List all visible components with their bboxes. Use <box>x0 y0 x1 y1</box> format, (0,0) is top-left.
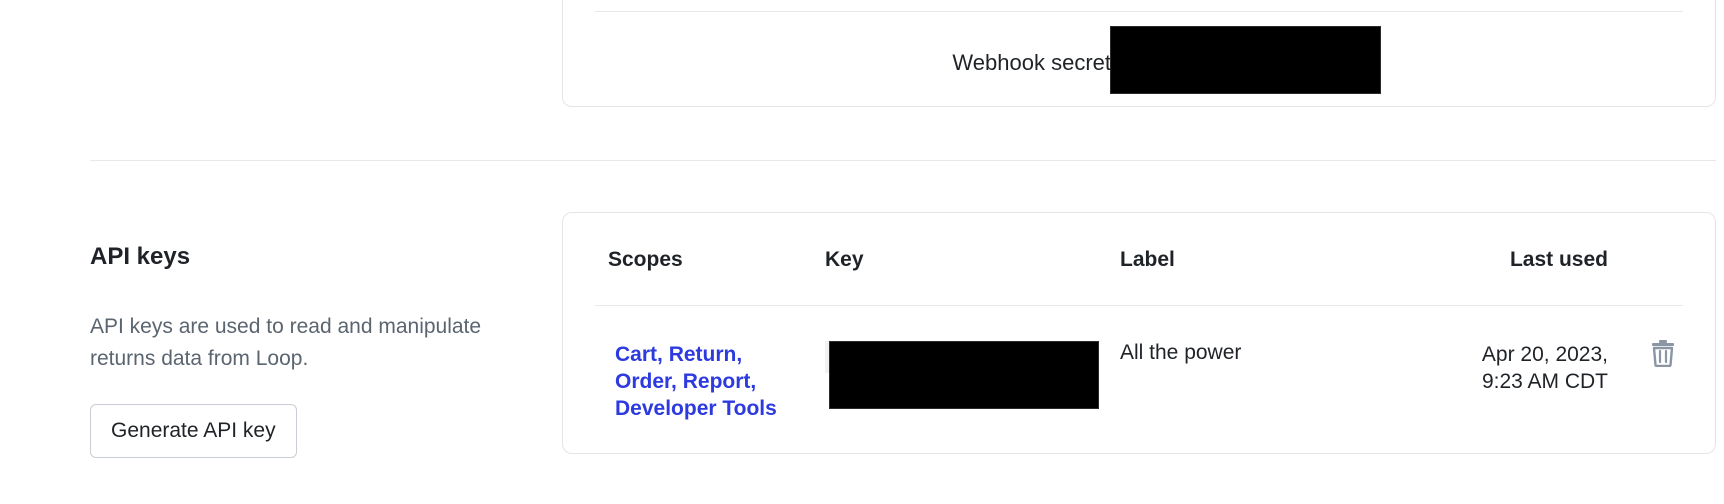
column-header-last-used: Last used <box>1509 248 1608 271</box>
trash-icon <box>1652 340 1674 367</box>
label-cell: All the power <box>1120 341 1242 364</box>
last-used-date: Apr 20, 2023, <box>1481 343 1608 366</box>
column-header-label: Label <box>1120 248 1175 271</box>
api-keys-table: Scopes Key Label Last used Cart, Return,… <box>562 212 1716 454</box>
scope-link-developer-tools[interactable]: Developer Tools <box>615 397 777 420</box>
scope-link-return[interactable]: Return, <box>669 343 743 366</box>
delete-api-key-button[interactable] <box>1649 337 1677 369</box>
api-key-redacted-value <box>829 341 1099 409</box>
divider <box>595 305 1683 306</box>
webhook-secret-label: Webhook secret <box>952 50 1111 75</box>
scope-link-report[interactable]: Report, <box>683 370 757 393</box>
webhook-card: Webhook secret <box>562 0 1716 107</box>
webhook-secret-row: Webhook secret <box>563 26 1715 94</box>
scopes-cell: Cart, Return, Order, Report, Developer T… <box>615 341 805 422</box>
scope-link-cart[interactable]: Cart, <box>615 343 663 366</box>
api-keys-description: API keys are used to read and manipulate… <box>90 315 482 370</box>
scope-link-order[interactable]: Order, <box>615 370 677 393</box>
section-divider <box>90 160 1716 161</box>
column-header-scopes: Scopes <box>608 248 683 271</box>
last-used-time: 9:23 AM CDT <box>1481 370 1608 393</box>
settings-page: Webhook secret API keys API keys are use… <box>0 0 1724 504</box>
divider <box>595 11 1683 12</box>
generate-api-key-button[interactable]: Generate API key <box>90 404 297 458</box>
webhook-secret-redacted-value <box>1110 26 1381 94</box>
api-keys-title: API keys <box>90 243 191 270</box>
column-header-key: Key <box>825 248 864 271</box>
last-used-cell: Apr 20, 2023, 9:23 AM CDT <box>1482 341 1608 395</box>
